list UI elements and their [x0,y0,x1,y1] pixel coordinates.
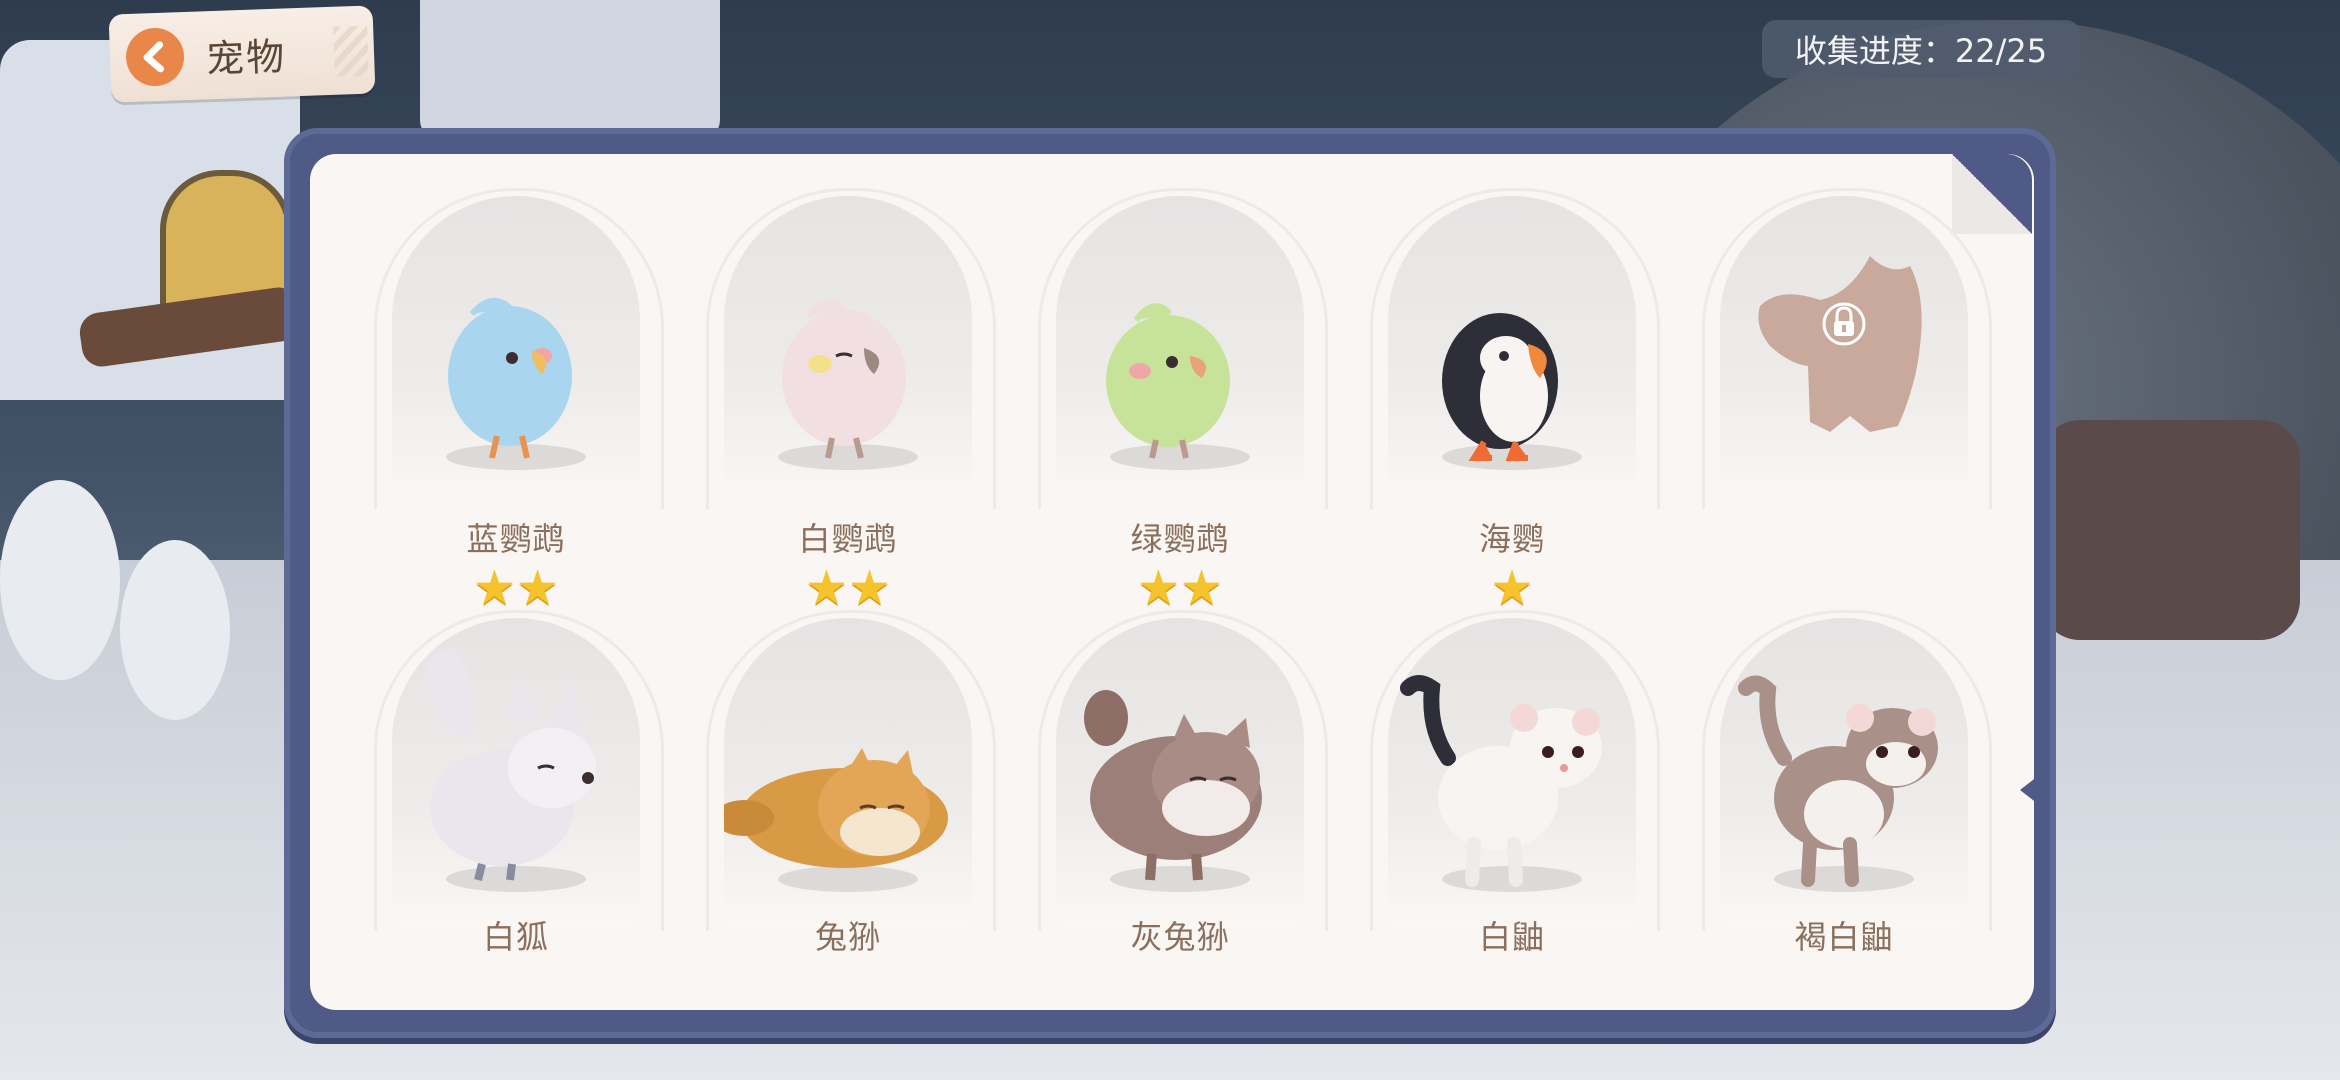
pet-card-white-parrot[interactable]: 白鹦鹉 ★★ [706,188,996,612]
pet-card-white-fox[interactable]: 白狐 [374,610,664,956]
pet-card-puffin[interactable]: 海鹦 ★ [1370,188,1660,612]
pet-name: 绿鹦鹉 [1130,520,1230,558]
star-rating: ★★ [1136,560,1224,616]
pet-card-blue-parrot[interactable]: 蓝鹦鹉 ★★ [374,188,664,612]
snowy-roof [420,0,720,140]
pet-name: 兔狲 [814,918,881,956]
decorative-stripe [333,25,369,77]
grey-pallas-cat-icon [1084,690,1262,881]
snow-bush [120,540,230,720]
pet-name: 白鼬 [1478,918,1545,956]
pet-name: 白狐 [482,918,549,956]
pallas-cat-icon [724,748,948,868]
pet-card-brown-white-ermine[interactable]: 褐白鼬 [1702,610,1992,956]
puffin-icon [1442,313,1558,461]
pet-name: 褐白鼬 [1794,918,1894,956]
blue-parrot-icon [448,297,572,459]
pet-name: 海鹦 [1478,520,1545,558]
white-ermine-icon [1400,675,1602,887]
collection-progress: 收集进度：22/25 [1762,20,2080,78]
star-rating: ★ [1490,560,1534,616]
star-rating: ★★ [472,560,560,616]
back-arrow-icon [125,27,186,88]
pet-name: 白鹦鹉 [798,520,898,558]
snow-bush [0,480,120,680]
back-button-label: 宠物 [205,33,287,81]
star-rating: ★★ [804,560,892,616]
white-fox-icon [425,648,596,881]
white-parrot-icon [782,299,906,459]
back-button[interactable]: 宠物 [108,5,376,103]
green-parrot-icon [1106,303,1230,459]
side-tab-arrow[interactable] [2020,776,2038,804]
rock [2040,420,2300,640]
lock-icon [1822,296,1866,350]
pet-card-grey-pallas-cat[interactable]: 灰兔狲 [1038,610,1328,956]
pet-name: 灰兔狲 [1130,918,1230,956]
pet-card-green-parrot[interactable]: 绿鹦鹉 ★★ [1038,188,1328,612]
pet-name: 蓝鹦鹉 [466,520,566,558]
locked-pet-silhouette [1758,256,1922,432]
pet-card-locked[interactable] [1702,188,1992,509]
pet-card-pallas-cat[interactable]: 兔狲 [706,610,996,956]
pet-card-white-ermine[interactable]: 白鼬 [1370,610,1660,956]
brown-white-ermine-icon [1738,675,1938,887]
